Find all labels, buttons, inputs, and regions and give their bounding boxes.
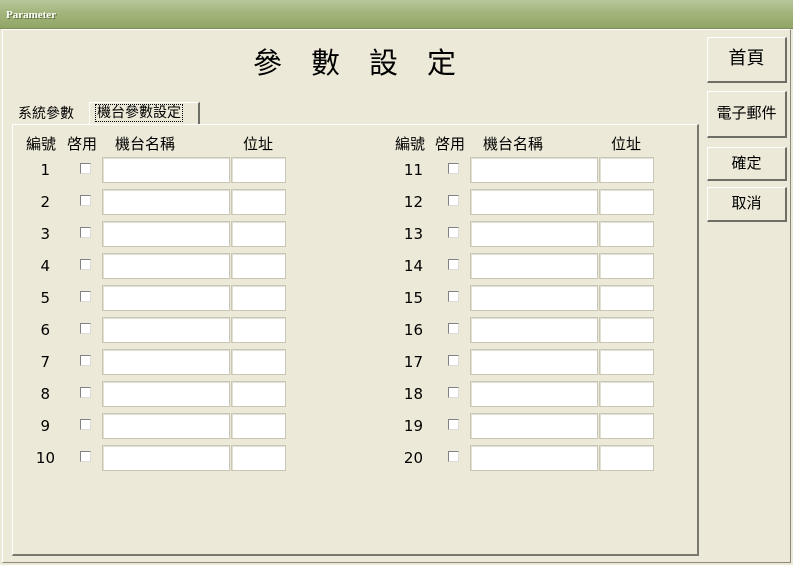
enable-checkbox[interactable] [448, 323, 459, 334]
window-title: Parameter [6, 9, 57, 21]
address-input[interactable] [599, 221, 654, 247]
page-title: 參數設定 [253, 46, 486, 80]
row-number: 5 [40, 289, 50, 307]
address-input[interactable] [599, 285, 654, 311]
enable-checkbox[interactable] [80, 291, 91, 302]
address-input[interactable] [599, 445, 654, 471]
machine-name-input[interactable] [470, 157, 598, 183]
row-number: 8 [40, 385, 50, 403]
enable-checkbox[interactable] [80, 355, 91, 366]
column-header-address: 位址 [243, 135, 274, 153]
enable-checkbox[interactable] [80, 259, 91, 270]
address-input[interactable] [231, 221, 286, 247]
machine-name-input[interactable] [102, 445, 230, 471]
enable-checkbox[interactable] [80, 163, 91, 174]
address-input[interactable] [231, 413, 286, 439]
row-number: 10 [35, 449, 55, 467]
address-input[interactable] [231, 285, 286, 311]
enable-checkbox[interactable] [448, 291, 459, 302]
tab-system-parameters[interactable]: 系統參數 [18, 104, 90, 126]
machine-name-input[interactable] [470, 189, 598, 215]
row-number: 4 [40, 257, 50, 275]
machine-name-input[interactable] [102, 317, 230, 343]
tab-machine-parameters[interactable]: 機台參數設定 [89, 102, 200, 125]
address-input[interactable] [231, 445, 286, 471]
column-header-enabled: 啓用 [435, 135, 466, 153]
row-number: 18 [403, 385, 423, 403]
column-header-id: 編號 [395, 135, 426, 153]
row-number: 17 [403, 353, 423, 371]
email-button[interactable]: 電子郵件 [707, 91, 787, 138]
machine-name-input[interactable] [470, 317, 598, 343]
machine-name-input[interactable] [102, 413, 230, 439]
row-number: 1 [40, 161, 50, 179]
row-number: 9 [40, 417, 50, 435]
enable-checkbox[interactable] [448, 259, 459, 270]
address-input[interactable] [599, 349, 654, 375]
machine-name-input[interactable] [470, 413, 598, 439]
machine-name-input[interactable] [102, 221, 230, 247]
confirm-button[interactable]: 確定 [707, 147, 787, 181]
address-input[interactable] [231, 349, 286, 375]
row-number: 2 [40, 193, 50, 211]
row-number: 14 [403, 257, 423, 275]
column-header-name: 機台名稱 [115, 135, 176, 153]
enable-checkbox[interactable] [80, 451, 91, 462]
enable-checkbox[interactable] [448, 419, 459, 430]
row-number: 12 [403, 193, 423, 211]
enable-checkbox[interactable] [448, 163, 459, 174]
enable-checkbox[interactable] [448, 227, 459, 238]
machine-name-input[interactable] [470, 445, 598, 471]
machine-name-input[interactable] [470, 221, 598, 247]
enable-checkbox[interactable] [80, 419, 91, 430]
machine-name-input[interactable] [470, 253, 598, 279]
machine-name-input[interactable] [470, 349, 598, 375]
enable-checkbox[interactable] [80, 195, 91, 206]
enable-checkbox[interactable] [80, 323, 91, 334]
address-input[interactable] [599, 413, 654, 439]
row-number: 15 [403, 289, 423, 307]
column-header-address: 位址 [611, 135, 642, 153]
machine-name-input[interactable] [102, 349, 230, 375]
machine-name-input[interactable] [470, 285, 598, 311]
address-input[interactable] [231, 317, 286, 343]
row-number: 6 [40, 321, 50, 339]
tab-label: 系統參數 [18, 106, 74, 122]
row-number: 7 [40, 353, 50, 371]
row-number: 3 [40, 225, 50, 243]
address-input[interactable] [231, 381, 286, 407]
address-input[interactable] [599, 381, 654, 407]
row-number: 19 [403, 417, 423, 435]
address-input[interactable] [231, 253, 286, 279]
row-number: 20 [403, 449, 423, 467]
enable-checkbox[interactable] [448, 451, 459, 462]
machine-name-input[interactable] [102, 253, 230, 279]
machine-name-input[interactable] [470, 381, 598, 407]
row-number: 11 [403, 161, 423, 179]
column-header-name: 機台名稱 [483, 135, 544, 153]
address-input[interactable] [231, 157, 286, 183]
machine-name-input[interactable] [102, 157, 230, 183]
row-number: 13 [403, 225, 423, 243]
home-button[interactable]: 首頁 [707, 37, 787, 83]
address-input[interactable] [231, 189, 286, 215]
address-input[interactable] [599, 189, 654, 215]
row-number: 16 [403, 321, 423, 339]
machine-name-input[interactable] [102, 285, 230, 311]
address-input[interactable] [599, 317, 654, 343]
enable-checkbox[interactable] [448, 387, 459, 398]
enable-checkbox[interactable] [448, 355, 459, 366]
column-header-id: 編號 [26, 135, 57, 153]
machine-name-input[interactable] [102, 189, 230, 215]
machine-name-input[interactable] [102, 381, 230, 407]
column-header-enabled: 啓用 [67, 135, 98, 153]
title-bar[interactable]: Parameter [0, 0, 793, 29]
enable-checkbox[interactable] [448, 195, 459, 206]
cancel-button[interactable]: 取消 [707, 187, 787, 222]
address-input[interactable] [599, 157, 654, 183]
enable-checkbox[interactable] [80, 387, 91, 398]
tab-label: 機台參數設定 [95, 104, 183, 122]
enable-checkbox[interactable] [80, 227, 91, 238]
address-input[interactable] [599, 253, 654, 279]
